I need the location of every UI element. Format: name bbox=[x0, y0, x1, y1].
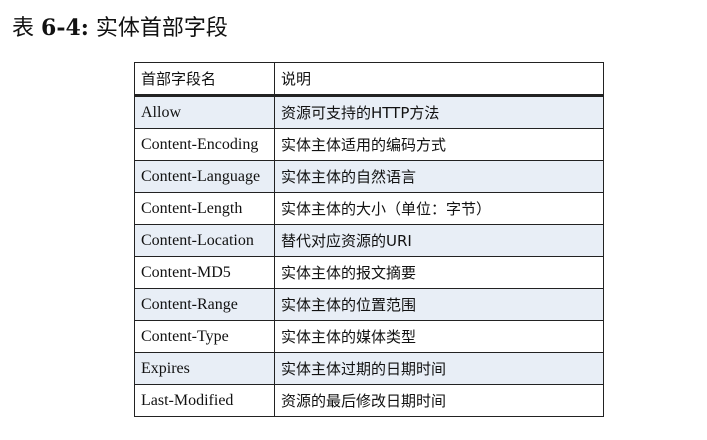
table-header-row: 首部字段名 说明 bbox=[134, 62, 604, 97]
field-name: Content-Language bbox=[134, 160, 275, 193]
field-description: 实体主体过期的日期时间 bbox=[274, 352, 604, 385]
table-row: Content-Location 替代对应资源的URI bbox=[134, 224, 604, 257]
table-caption: 表 6-4: 实体首部字段 bbox=[12, 14, 228, 43]
table-row: Content-Range 实体主体的位置范围 bbox=[134, 288, 604, 321]
field-description: 实体主体的报文摘要 bbox=[274, 256, 604, 289]
field-description: 替代对应资源的URI bbox=[274, 224, 604, 257]
table-row: Last-Modified 资源的最后修改日期时间 bbox=[134, 384, 604, 417]
field-description: 实体主体的媒体类型 bbox=[274, 320, 604, 353]
field-name: Expires bbox=[134, 352, 275, 385]
table-row: Expires 实体主体过期的日期时间 bbox=[134, 352, 604, 385]
field-description: 实体主体的位置范围 bbox=[274, 288, 604, 321]
field-name: Content-Length bbox=[134, 192, 275, 225]
entity-header-table: 首部字段名 说明 Allow 资源可支持的HTTP方法 Content-Enco… bbox=[134, 62, 604, 417]
header-description: 说明 bbox=[274, 62, 604, 97]
field-name: Allow bbox=[134, 95, 275, 129]
field-name: Last-Modified bbox=[134, 384, 275, 417]
header-field-name: 首部字段名 bbox=[134, 62, 275, 97]
field-name: Content-Range bbox=[134, 288, 275, 321]
field-description: 资源可支持的HTTP方法 bbox=[274, 95, 604, 129]
table-row: Allow 资源可支持的HTTP方法 bbox=[134, 95, 604, 129]
table-row: Content-Type 实体主体的媒体类型 bbox=[134, 320, 604, 353]
field-name: Content-MD5 bbox=[134, 256, 275, 289]
table-row: Content-MD5 实体主体的报文摘要 bbox=[134, 256, 604, 289]
caption-prefix: 表 bbox=[12, 16, 35, 41]
caption-title: 实体首部字段 bbox=[95, 16, 228, 41]
field-name: Content-Encoding bbox=[134, 128, 275, 161]
table-row: Content-Encoding 实体主体适用的编码方式 bbox=[134, 128, 604, 161]
table-row: Content-Language 实体主体的自然语言 bbox=[134, 160, 604, 193]
table-row: Content-Length 实体主体的大小（单位：字节） bbox=[134, 192, 604, 225]
field-name: Content-Type bbox=[134, 320, 275, 353]
field-description: 实体主体的大小（单位：字节） bbox=[274, 192, 604, 225]
caption-number: 6-4: bbox=[41, 15, 89, 41]
field-description: 实体主体适用的编码方式 bbox=[274, 128, 604, 161]
field-name: Content-Location bbox=[134, 224, 275, 257]
field-description: 实体主体的自然语言 bbox=[274, 160, 604, 193]
field-description: 资源的最后修改日期时间 bbox=[274, 384, 604, 417]
